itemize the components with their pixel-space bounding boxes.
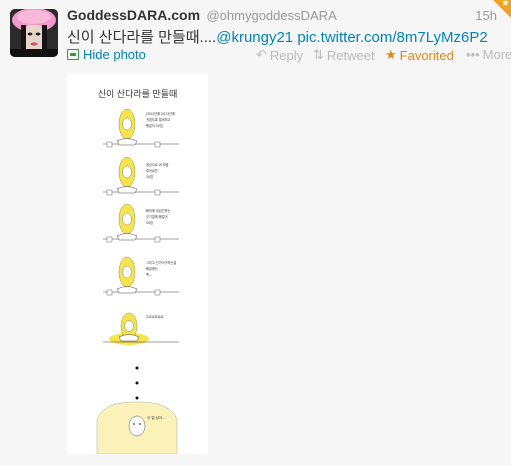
panel-1-text-3: 빵걸어 50접	[146, 123, 163, 128]
reply-button[interactable]: ↶ Reply	[256, 47, 303, 63]
comic-panel-final	[96, 401, 178, 454]
panel-5-text-1: 주르르르르르	[146, 315, 164, 319]
star-icon: ★	[501, 0, 510, 9]
hide-photo-button[interactable]: Hide photo	[67, 47, 146, 62]
panel-2-text-2: 휴어로만	[146, 168, 158, 173]
panel-3-text-1: 빠져에 비겁인하는	[146, 208, 171, 213]
favorited-button[interactable]: ★ Favorited	[385, 47, 454, 63]
comic-panel-5	[103, 312, 179, 345]
tweet-actions: Hide photo ↶ Reply ⇅ Retweet ★ Favorited…	[67, 47, 511, 65]
panel-2-text-3: 50접	[146, 174, 153, 179]
ellipsis-dot	[135, 381, 139, 385]
panel-1-text-2: 귀엽도록 열세히고	[146, 117, 171, 122]
more-button[interactable]: ••• More	[466, 47, 511, 62]
avatar[interactable]	[10, 9, 58, 57]
mention-link[interactable]: @krungy21	[216, 29, 293, 46]
panel-4-text-2: 빠걸에는	[146, 266, 158, 271]
tweet-text-body: 신이 산다라를 만들때....	[67, 29, 217, 46]
photo-link[interactable]: pic.twitter.com/8m7LyMz6P2	[297, 29, 487, 46]
tweet[interactable]: ★ GoddessDARA.com @ohmygoddessDARA 15h 신…	[0, 0, 511, 466]
more-label: More	[482, 47, 511, 62]
reply-label: Reply	[269, 47, 304, 63]
username[interactable]: @ohmygoddessDARA	[206, 8, 336, 23]
panel-4-text-3: 쪽...	[146, 273, 152, 277]
panel-4-text-1: 그리고 인가이구하인걸	[146, 260, 176, 265]
final-caption: 이 멀 남아...	[147, 415, 165, 420]
tweet-photo[interactable]: 신이 산다라를 만들때 2003년에 2013년에 귀엽도록 열세히고 빵걸어 …	[67, 74, 208, 454]
retweet-label: Retweet	[326, 47, 375, 63]
photo-icon	[67, 49, 79, 60]
panel-1-text-1: 2003년에 2013년에	[146, 111, 175, 116]
ellipsis-dot	[135, 396, 139, 400]
full-name[interactable]: GoddessDARA.com	[67, 7, 200, 23]
timestamp[interactable]: 15h	[475, 8, 497, 23]
tweet-text: 신이 산다라를 만들때....@krungy21 pic.twitter.com…	[67, 26, 488, 47]
reply-icon: ↶	[256, 47, 267, 62]
panel-3-text-3: 50접	[146, 220, 153, 225]
more-icon: •••	[466, 47, 480, 62]
panel-2-text-1: 생것으로 써 보람	[146, 162, 169, 167]
tweet-header: GoddessDARA.com @ohmygoddessDARA 15h	[67, 7, 499, 25]
star-icon: ★	[385, 47, 397, 62]
ellipsis-dot	[135, 366, 139, 370]
panel-3-text-2: 굿기일에 빵걸어	[146, 214, 168, 219]
retweet-icon: ⇅	[313, 47, 324, 62]
hide-photo-label: Hide photo	[83, 47, 146, 62]
favorited-label: Favorited	[399, 47, 454, 63]
retweet-button[interactable]: ⇅ Retweet	[313, 47, 375, 63]
